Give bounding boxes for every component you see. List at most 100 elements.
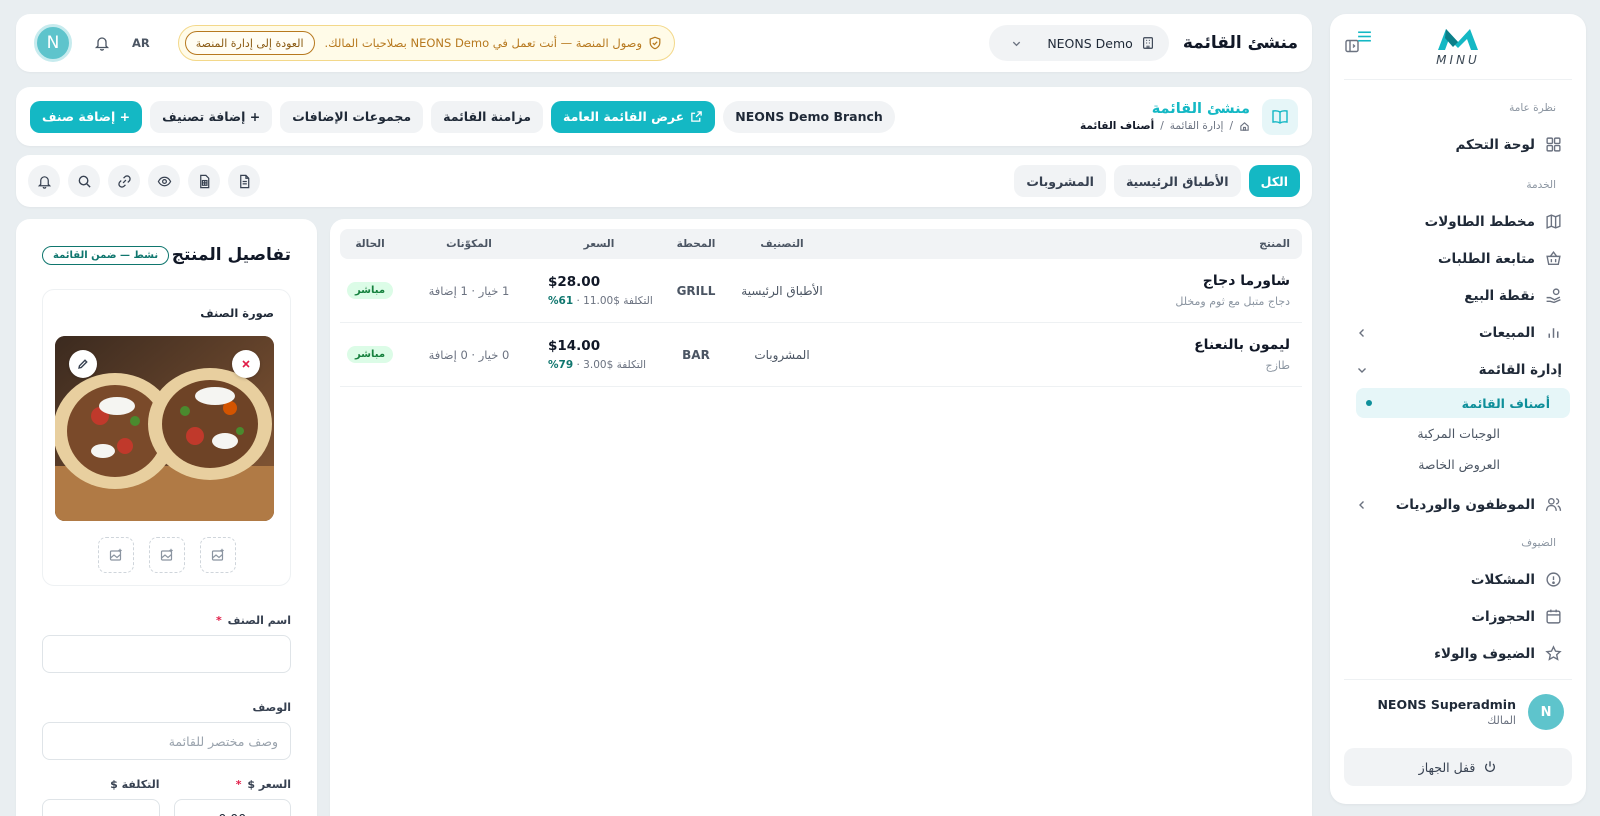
remove-image-button[interactable] bbox=[232, 350, 260, 378]
tenant-name: NEONS Demo bbox=[1047, 35, 1133, 51]
search-icon[interactable] bbox=[68, 165, 100, 197]
column-header-category[interactable]: التصنيف bbox=[732, 238, 832, 250]
file-spreadsheet-icon[interactable] bbox=[188, 165, 220, 197]
bell-icon[interactable] bbox=[28, 165, 60, 197]
status-badge[interactable]: نشط — ضمن القائمة bbox=[42, 245, 170, 265]
column-header-status[interactable]: الحالة bbox=[340, 238, 400, 250]
eye-icon[interactable] bbox=[148, 165, 180, 197]
sidebar: MINU نظرة عامة لوحة التحكم الخدمة مخطط ا… bbox=[1330, 14, 1586, 804]
link-icon[interactable] bbox=[108, 165, 140, 197]
sidebar-item-sales[interactable]: المبيعات bbox=[1330, 314, 1586, 351]
sidebar-item-issues[interactable]: المشكلات bbox=[1330, 561, 1586, 598]
back-to-platform-button[interactable]: العودة إلى إدارة المنصة bbox=[184, 31, 315, 55]
sidebar-item-pos[interactable]: نقطة البيع bbox=[1330, 277, 1586, 314]
addon-groups-button[interactable]: مجموعات الإضافات bbox=[280, 100, 424, 133]
sidebar-item-label: إدارة القائمة bbox=[1478, 361, 1562, 378]
details-title: تفاصيل المنتج bbox=[171, 245, 291, 265]
branch-selector[interactable]: NEONS Demo Branch bbox=[723, 100, 895, 133]
products-table: المنتج التصنيف المحطة السعر المكوّنات ال… bbox=[330, 219, 1312, 816]
view-public-menu-button[interactable]: عرض القائمة العامة bbox=[551, 100, 716, 133]
filter-tab-all[interactable]: الكل bbox=[1248, 165, 1300, 197]
category-cell: الأطباق الرئيسية bbox=[741, 283, 823, 298]
column-header-station[interactable]: المحطة bbox=[660, 238, 732, 250]
sidebar-subitem-label: أصناف القائمة bbox=[1461, 395, 1550, 411]
sidebar-item-dashboard[interactable]: لوحة التحكم bbox=[1330, 126, 1586, 163]
price-value: $14.00 bbox=[548, 338, 601, 354]
status-cell: مباشر bbox=[340, 282, 400, 299]
section-service: الخدمة bbox=[1526, 179, 1556, 191]
sidebar-subitem-combo-meals[interactable]: الوجبات المركبة bbox=[1330, 418, 1586, 449]
sidebar-item-label: متابعة الطلبات bbox=[1437, 250, 1535, 267]
edit-image-button[interactable] bbox=[69, 350, 97, 378]
sidebar-subitem-menu-items[interactable]: أصناف القائمة bbox=[1356, 388, 1570, 418]
logo-text: MINU bbox=[1436, 53, 1480, 67]
logo-mark-icon bbox=[1438, 29, 1478, 50]
product-description: دجاج متبل مع ثوم ومخلل bbox=[1175, 295, 1290, 308]
details-header: تفاصيل المنتج نشط — ضمن القائمة bbox=[42, 245, 291, 265]
cost-input[interactable] bbox=[42, 799, 160, 816]
toolbar bbox=[28, 165, 260, 197]
language-toggle[interactable]: AR bbox=[132, 36, 150, 50]
table-row[interactable]: ليمون بالنعناع طازج المشروبات BAR $14.00… bbox=[340, 323, 1302, 387]
add-image-slot[interactable] bbox=[199, 537, 236, 573]
add-image-slot[interactable] bbox=[148, 537, 185, 573]
station-cell: BAR bbox=[682, 347, 710, 362]
add-item-button[interactable]: + إضافة صنف bbox=[30, 100, 143, 133]
filter-tab-drinks[interactable]: المشروبات bbox=[1014, 165, 1106, 197]
avatar: N bbox=[1528, 694, 1564, 730]
lock-device-button[interactable]: قفل الجهاز bbox=[1344, 748, 1572, 786]
user-name: NEONS Superadmin bbox=[1377, 697, 1516, 712]
product-name: ليمون بالنعناع bbox=[1194, 337, 1290, 353]
sidebar-footer: N NEONS Superadmin المالك قفل الجهاز bbox=[1344, 679, 1572, 804]
section-overview: نظرة عامة bbox=[1509, 102, 1556, 114]
page-title: منشئ القائمة bbox=[1182, 33, 1298, 53]
sidebar-item-guests-loyalty[interactable]: الضيوف والولاء bbox=[1330, 635, 1586, 672]
section-guests: الضيوف bbox=[1521, 537, 1556, 549]
product-name: شاورما دجاج bbox=[1202, 273, 1290, 289]
column-header-product[interactable]: المنتج bbox=[832, 238, 1302, 250]
filter-tab-main-dishes[interactable]: الأطباق الرئيسية bbox=[1113, 165, 1241, 197]
item-name-input[interactable] bbox=[42, 635, 291, 673]
margin-value: 61% bbox=[548, 295, 574, 307]
sidebar-item-table-layout[interactable]: مخطط الطاولات bbox=[1330, 203, 1586, 240]
image-plus-icon bbox=[211, 548, 224, 561]
avatar[interactable]: N bbox=[34, 24, 72, 62]
bell-icon[interactable] bbox=[94, 35, 110, 51]
column-header-ingredients[interactable]: المكوّنات bbox=[400, 238, 538, 250]
sidebar-item-order-tracking[interactable]: متابعة الطلبات bbox=[1330, 240, 1586, 277]
chevron-left-icon bbox=[1356, 327, 1368, 339]
sidebar-item-label: الضيوف والولاء bbox=[1434, 645, 1535, 662]
user-role: المالك bbox=[1487, 714, 1516, 727]
page-header: منشئ القائمة / إدارة القائمة / أصناف الق… bbox=[16, 87, 1312, 146]
sidebar-item-label: لوحة التحكم bbox=[1455, 136, 1535, 153]
sidebar-item-menu-management[interactable]: إدارة القائمة bbox=[1330, 31, 1586, 388]
table-row[interactable]: شاورما دجاج دجاج متبل مع ثوم ومخلل الأطب… bbox=[340, 259, 1302, 323]
home-icon[interactable] bbox=[1239, 121, 1250, 132]
building-icon bbox=[1141, 36, 1155, 50]
sidebar-item-staff-shifts[interactable]: الموظفون والورديات bbox=[1330, 486, 1586, 523]
description-input[interactable]: وصف مختصر للقائمة bbox=[42, 722, 291, 760]
users-icon bbox=[1545, 496, 1562, 513]
star-icon bbox=[1545, 645, 1562, 662]
tenant-selector[interactable]: NEONS Demo bbox=[988, 25, 1169, 61]
add-category-button[interactable]: + إضافة تصنيف bbox=[150, 100, 273, 133]
price-input[interactable]: 0.00 bbox=[173, 799, 291, 816]
close-icon bbox=[242, 360, 250, 368]
item-image bbox=[55, 336, 274, 521]
shield-check-icon bbox=[648, 36, 662, 50]
sidebar-item-reservations[interactable]: الحجوزات bbox=[1330, 598, 1586, 635]
cost-margin: التكلفة $11.00 · 61% bbox=[548, 295, 660, 307]
logo[interactable]: MINU bbox=[1436, 26, 1480, 67]
sync-menu-button[interactable]: مزامنة القائمة bbox=[431, 100, 544, 133]
banner-text: وصول المنصة — أنت تعمل في NEONS Demo بصل… bbox=[324, 36, 643, 50]
column-header-price[interactable]: السعر bbox=[538, 238, 660, 250]
breadcrumb-parent[interactable]: إدارة القائمة bbox=[1170, 120, 1224, 132]
header-title: منشئ القائمة bbox=[1151, 101, 1250, 117]
add-image-slot[interactable] bbox=[97, 537, 134, 573]
user-card[interactable]: N NEONS Superadmin المالك bbox=[1344, 694, 1572, 730]
file-text-icon[interactable] bbox=[228, 165, 260, 197]
cost-field: التكلفة $ bbox=[42, 760, 160, 816]
view-public-menu-label: عرض القائمة العامة bbox=[563, 109, 685, 124]
status-badge: مباشر bbox=[346, 282, 394, 299]
sidebar-subitem-special-offers[interactable]: العروض الخاصة bbox=[1330, 449, 1586, 480]
